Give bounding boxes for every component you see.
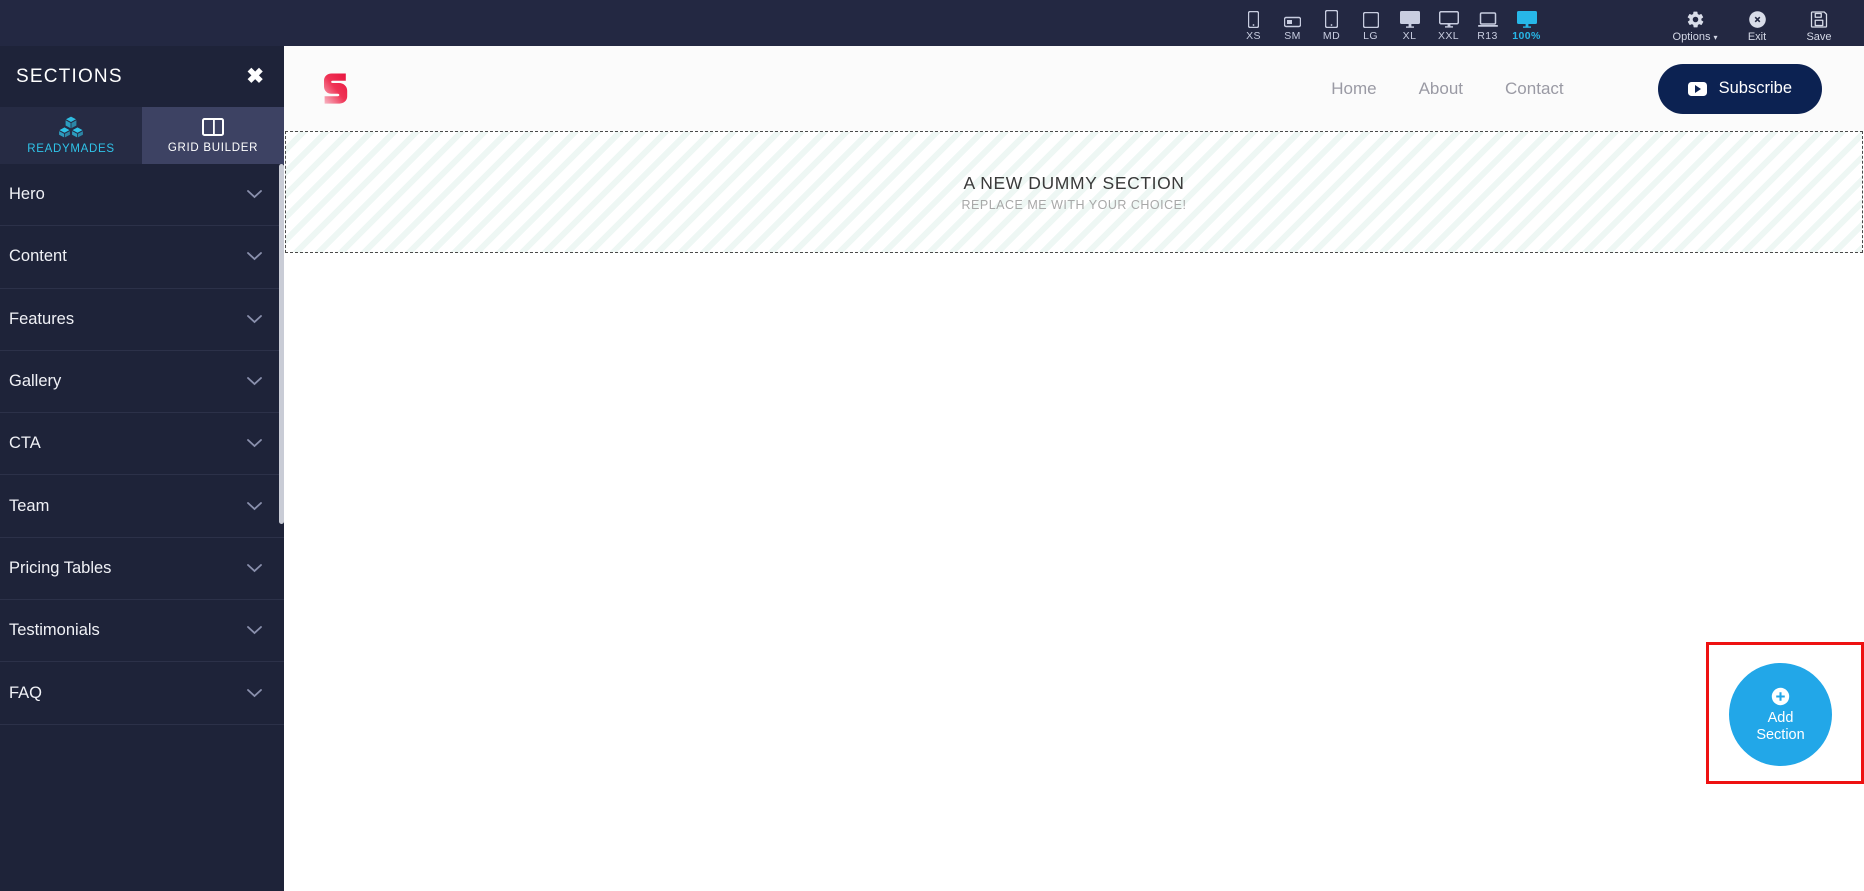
tab-readymades[interactable]: READYMADES xyxy=(0,107,142,164)
cubes-icon xyxy=(59,116,83,138)
exit-button[interactable]: Exit xyxy=(1726,10,1788,45)
device-label-md: MD xyxy=(1322,30,1341,42)
dummy-section[interactable]: A NEW DUMMY SECTION REPLACE ME WITH YOUR… xyxy=(285,131,1863,253)
tab-readymades-label: READYMADES xyxy=(27,143,115,155)
phone-portrait-icon xyxy=(1248,11,1259,28)
chevron-down-icon xyxy=(247,626,262,635)
s-logo-icon xyxy=(324,73,348,104)
chevron-down-icon xyxy=(247,377,262,386)
sidebar-item-label: CTA xyxy=(9,434,41,453)
options-label: Options ▾ xyxy=(1672,30,1718,43)
dummy-section-title: A NEW DUMMY SECTION xyxy=(963,172,1185,193)
preview-canvas: Home About Contact Subscribe A NEW DUMMY… xyxy=(284,46,1864,891)
device-button-r13[interactable]: R13 xyxy=(1468,12,1507,44)
sections-sidebar: SECTIONS ✖ READYMADES GRID BUILDER Hero … xyxy=(0,46,284,891)
sidebar-item-features[interactable]: Features xyxy=(0,289,284,351)
youtube-play-icon xyxy=(1687,81,1707,96)
sidebar-item-label: Testimonials xyxy=(9,621,100,640)
fullscreen-monitor-icon xyxy=(1516,11,1537,28)
nav-link-home[interactable]: Home xyxy=(1331,79,1376,99)
nav-link-about[interactable]: About xyxy=(1419,79,1463,99)
subscribe-button[interactable]: Subscribe xyxy=(1657,63,1822,114)
exit-label: Exit xyxy=(1747,30,1767,43)
device-button-xs[interactable]: XS xyxy=(1234,11,1273,44)
device-preview-group: XS SM MD LG XL XXL R13 100% xyxy=(1234,10,1546,44)
sidebar-item-hero[interactable]: Hero xyxy=(0,164,284,227)
tablet-portrait-icon xyxy=(1325,10,1338,28)
save-button[interactable]: Save xyxy=(1788,10,1850,45)
phone-landscape-icon xyxy=(1284,16,1301,28)
device-label-lg: LG xyxy=(1363,30,1378,42)
close-circle-icon xyxy=(1748,10,1766,28)
sidebar-tabs: READYMADES GRID BUILDER xyxy=(0,107,284,164)
sidebar-item-label: Team xyxy=(9,496,50,515)
add-section-button[interactable]: Add Section xyxy=(1729,663,1832,766)
chevron-down-icon xyxy=(247,564,262,573)
site-nav: Home About Contact Subscribe xyxy=(1331,63,1822,114)
save-label: Save xyxy=(1806,30,1832,43)
sidebar-item-cta[interactable]: CTA xyxy=(0,413,284,476)
device-label-r13: R13 xyxy=(1477,30,1498,42)
sidebar-item-label: Hero xyxy=(9,185,45,204)
site-header: Home About Contact Subscribe xyxy=(284,46,1864,131)
page-title: SECTIONS xyxy=(16,65,123,87)
device-label-xxl: XXL xyxy=(1437,30,1460,42)
toolbar-actions-group: Options ▾ Exit Save xyxy=(1664,10,1850,45)
sidebar-item-pricing-tables[interactable]: Pricing Tables xyxy=(0,538,284,601)
sidebar-item-team[interactable]: Team xyxy=(0,475,284,538)
monitor-icon xyxy=(1438,11,1459,28)
tab-grid-builder-label: GRID BUILDER xyxy=(167,142,259,154)
sidebar-item-label: Content xyxy=(9,247,67,266)
sidebar-item-label: Gallery xyxy=(9,372,62,391)
device-label-sm: SM xyxy=(1284,30,1301,42)
chevron-down-icon xyxy=(247,439,262,448)
device-button-xxl[interactable]: XXL xyxy=(1429,11,1468,44)
sidebar-item-content[interactable]: Content xyxy=(0,226,284,289)
chevron-down-icon xyxy=(247,252,262,261)
plus-circle-icon xyxy=(1771,687,1790,705)
device-button-100[interactable]: 100% xyxy=(1507,11,1546,44)
dummy-section-subtitle: REPLACE ME WITH YOUR CHOICE! xyxy=(961,197,1187,212)
options-button[interactable]: Options ▾ xyxy=(1664,10,1726,45)
laptop-icon xyxy=(1477,12,1498,27)
tab-grid-builder[interactable]: GRID BUILDER xyxy=(142,107,284,164)
desktop-icon xyxy=(1399,11,1420,28)
add-section-line1: Add xyxy=(1767,709,1794,726)
sidebar-header: SECTIONS ✖ xyxy=(0,46,284,107)
chevron-down-icon xyxy=(247,688,262,697)
device-button-lg[interactable]: LG xyxy=(1351,12,1390,44)
chevron-down-icon xyxy=(247,190,262,199)
sidebar-item-label: FAQ xyxy=(9,683,43,702)
device-button-md[interactable]: MD xyxy=(1312,10,1351,44)
sidebar-item-faq[interactable]: FAQ xyxy=(0,662,284,725)
device-label-xl: XL xyxy=(1402,30,1417,42)
device-button-xl[interactable]: XL xyxy=(1390,11,1429,44)
subscribe-label: Subscribe xyxy=(1718,79,1792,97)
gear-icon xyxy=(1687,11,1703,27)
device-label-100: 100% xyxy=(1512,30,1541,42)
columns-icon xyxy=(202,118,224,136)
dropdown-caret-icon: ▾ xyxy=(1713,32,1718,42)
sidebar-item-label: Pricing Tables xyxy=(9,558,112,577)
tablet-landscape-icon xyxy=(1362,12,1379,28)
nav-link-contact[interactable]: Contact xyxy=(1505,79,1564,99)
sections-list: Hero Content Features Gallery CTA Team P… xyxy=(0,164,284,891)
device-label-xs: XS xyxy=(1246,30,1261,42)
sidebar-item-gallery[interactable]: Gallery xyxy=(0,351,284,414)
close-icon[interactable]: ✖ xyxy=(242,64,268,89)
page-builder-app: XS SM MD LG XL XXL R13 100% Options ▾ Ex… xyxy=(0,0,1864,891)
chevron-down-icon xyxy=(247,314,262,323)
sidebar-item-label: Features xyxy=(9,309,75,328)
chevron-down-icon xyxy=(247,501,262,510)
device-button-sm[interactable]: SM xyxy=(1273,16,1312,44)
sidebar-item-testimonials[interactable]: Testimonials xyxy=(0,600,284,663)
add-section-line2: Section xyxy=(1756,726,1805,743)
floppy-disk-icon xyxy=(1810,10,1828,28)
